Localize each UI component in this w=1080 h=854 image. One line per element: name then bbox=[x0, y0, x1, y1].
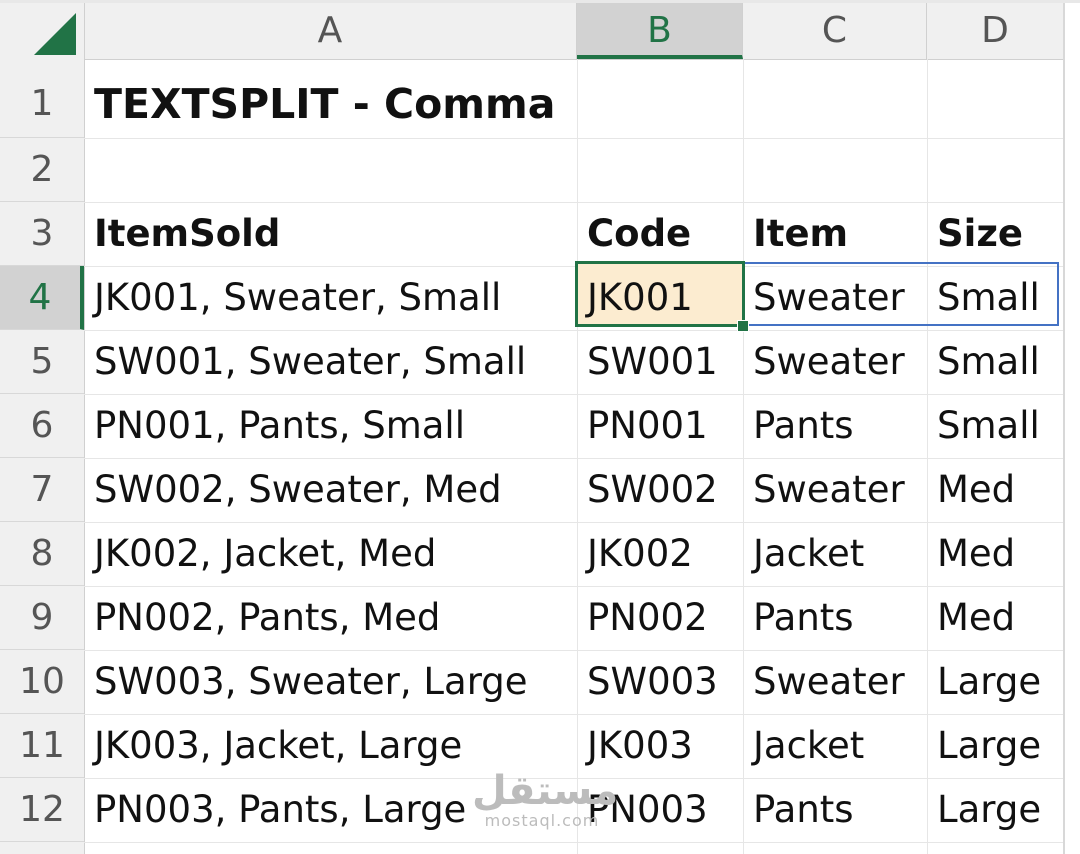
row-header-8[interactable]: 8 bbox=[0, 522, 84, 586]
cell-itemsold[interactable]: JK002, Jacket, Med bbox=[84, 522, 436, 586]
gridline bbox=[84, 138, 1064, 139]
row-header-4[interactable]: 4 bbox=[0, 266, 84, 330]
row-header-11[interactable]: 11 bbox=[0, 714, 84, 778]
header-cell-item[interactable]: Item bbox=[743, 202, 848, 266]
header-cell-itemsold[interactable]: ItemSold bbox=[84, 202, 280, 266]
watermark-latin: mostaql.com bbox=[484, 811, 600, 830]
row-header-12[interactable]: 12 bbox=[0, 778, 84, 842]
cell-code[interactable]: SW001 bbox=[577, 330, 718, 394]
cell-itemsold[interactable]: JK001, Sweater, Small bbox=[84, 266, 501, 330]
cell-itemsold[interactable]: PN001, Pants, Small bbox=[84, 394, 465, 458]
cell-size[interactable]: Large bbox=[927, 778, 1041, 842]
spreadsheet: A B C D 1 2 3 4 5 6 7 8 9 10 11 12 TEXTS… bbox=[0, 0, 1080, 854]
cell-itemsold[interactable]: SW003, Sweater, Large bbox=[84, 650, 528, 714]
cell-size[interactable]: Med bbox=[927, 458, 1015, 522]
cell-size[interactable]: Med bbox=[927, 522, 1015, 586]
window-right-border bbox=[1063, 3, 1065, 854]
cell-code[interactable]: SW003 bbox=[577, 650, 718, 714]
row-header-7[interactable]: 7 bbox=[0, 458, 84, 522]
row-header-9[interactable]: 9 bbox=[0, 586, 84, 650]
watermark: مستقل mostaql.com bbox=[472, 768, 619, 830]
cell-item[interactable]: Sweater bbox=[743, 266, 905, 330]
cell-item[interactable]: Jacket bbox=[743, 714, 864, 778]
cell-item[interactable]: Pants bbox=[743, 778, 854, 842]
header-cell-size[interactable]: Size bbox=[927, 202, 1023, 266]
cell-code[interactable]: PN002 bbox=[577, 586, 708, 650]
cell-size[interactable]: Large bbox=[927, 714, 1041, 778]
gridline bbox=[84, 842, 1064, 843]
row-header-5[interactable]: 5 bbox=[0, 330, 84, 394]
cell-itemsold[interactable]: PN002, Pants, Med bbox=[84, 586, 440, 650]
cell-code[interactable]: PN001 bbox=[577, 394, 708, 458]
cell-size[interactable]: Large bbox=[927, 650, 1041, 714]
column-header-a[interactable]: A bbox=[84, 3, 577, 59]
cell-itemsold[interactable]: PN003, Pants, Large bbox=[84, 778, 466, 842]
column-header-b[interactable]: B bbox=[577, 3, 743, 59]
cell-code[interactable]: SW002 bbox=[577, 458, 718, 522]
row-header-6[interactable]: 6 bbox=[0, 394, 84, 458]
row-header-1[interactable]: 1 bbox=[0, 70, 84, 138]
select-all-button[interactable] bbox=[0, 3, 85, 59]
cell-item[interactable]: Sweater bbox=[743, 458, 905, 522]
cell-item[interactable]: Sweater bbox=[743, 650, 905, 714]
fill-handle[interactable] bbox=[737, 320, 749, 332]
cell-itemsold[interactable]: JK003, Jacket, Large bbox=[84, 714, 462, 778]
row-header-3[interactable]: 3 bbox=[0, 202, 84, 266]
cell-size[interactable]: Small bbox=[927, 330, 1040, 394]
cell-size[interactable]: Small bbox=[927, 266, 1040, 330]
cell-itemsold[interactable]: SW002, Sweater, Med bbox=[84, 458, 502, 522]
cell-item[interactable]: Sweater bbox=[743, 330, 905, 394]
sheet-title-cell[interactable]: TEXTSPLIT - Comma bbox=[84, 70, 555, 138]
header-cell-code[interactable]: Code bbox=[577, 202, 691, 266]
cell-code[interactable]: JK002 bbox=[577, 522, 693, 586]
watermark-arabic: مستقل bbox=[472, 768, 619, 814]
select-all-triangle-icon bbox=[34, 13, 76, 55]
row-header-10[interactable]: 10 bbox=[0, 650, 84, 714]
cell-size[interactable]: Small bbox=[927, 394, 1040, 458]
cell-item[interactable]: Pants bbox=[743, 394, 854, 458]
active-cell-border bbox=[575, 261, 745, 327]
cell-size[interactable]: Med bbox=[927, 586, 1015, 650]
cell-item[interactable]: Jacket bbox=[743, 522, 864, 586]
row-header-2[interactable]: 2 bbox=[0, 138, 84, 202]
column-header-c[interactable]: C bbox=[743, 3, 927, 59]
column-header-d[interactable]: D bbox=[927, 3, 1064, 59]
cell-item[interactable]: Pants bbox=[743, 586, 854, 650]
cell-itemsold[interactable]: SW001, Sweater, Small bbox=[84, 330, 526, 394]
